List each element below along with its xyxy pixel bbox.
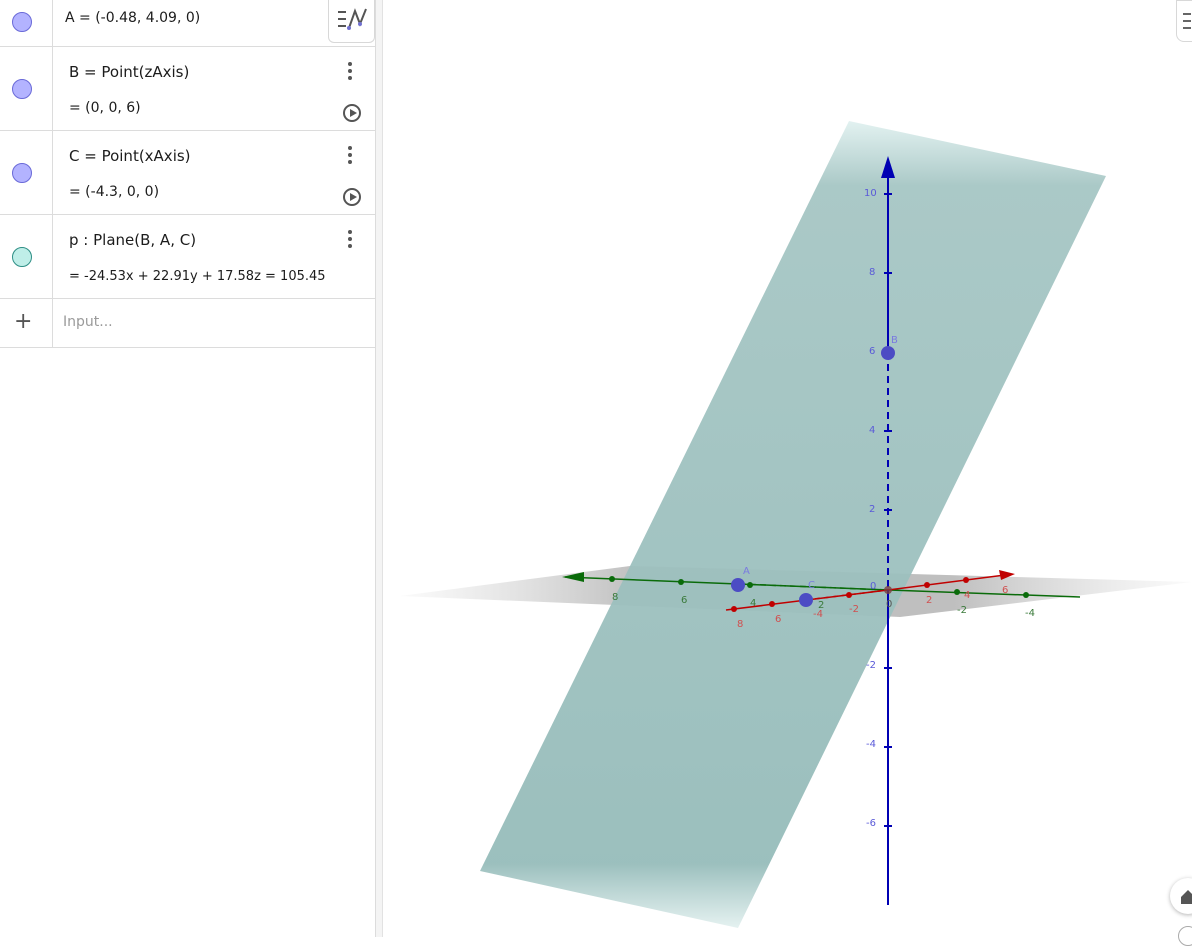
y-tick — [1023, 592, 1029, 598]
point-c-label: C — [808, 580, 815, 591]
x-tick — [846, 592, 852, 598]
origin-label: 0 — [886, 599, 892, 610]
visibility-toggle-a[interactable] — [12, 12, 32, 32]
y-tick — [747, 582, 753, 588]
algebra-style-bar-button[interactable] — [328, 0, 375, 43]
value-c: = (-4.3, 0, 0) — [69, 184, 160, 200]
settings-button[interactable] — [1178, 926, 1192, 946]
point-a-label: A — [743, 566, 750, 577]
z-tick-label: 0 — [870, 581, 876, 592]
z-tick-label: 10 — [864, 188, 877, 199]
y-tick-label: -2 — [957, 605, 967, 616]
algebra-item-b[interactable]: B = Point(zAxis) = (0, 0, 6) — [0, 47, 375, 131]
x-tick-label: -4 — [813, 609, 823, 620]
definition-b[interactable]: B = Point(zAxis) — [69, 63, 189, 81]
marble-column: + — [0, 299, 53, 347]
point-b-label: B — [891, 335, 898, 346]
y-tick-label: 6 — [681, 595, 687, 606]
y-tick-label: 8 — [612, 592, 618, 603]
definition-p[interactable]: p : Plane(B, A, C) — [69, 231, 196, 249]
graphics-3d-view[interactable]: 8 6 4 2 -2 -4 8 6 -4 -2 2 4 6 10 8 6 4 2… — [383, 0, 1192, 937]
x-tick-label: 2 — [926, 595, 932, 606]
algebra-view: A = (-0.48, 4.09, 0) B = Point(zAxis) = … — [0, 0, 376, 937]
play-animation-icon[interactable] — [343, 188, 361, 206]
visibility-toggle-c[interactable] — [12, 163, 32, 183]
y-tick — [954, 589, 960, 595]
algebra-item-a[interactable]: A = (-0.48, 4.09, 0) — [0, 0, 375, 47]
y-tick-label: -4 — [1025, 608, 1035, 619]
input-placeholder[interactable]: Input... — [63, 314, 113, 330]
z-tick-label: 2 — [869, 504, 875, 515]
add-icon[interactable]: + — [14, 311, 32, 333]
algebra-input-row[interactable]: + Input... — [0, 299, 375, 348]
value-p: = -24.53x + 22.91y + 17.58z = 105.45 — [69, 269, 326, 284]
definition-c[interactable]: C = Point(xAxis) — [69, 147, 191, 165]
graphics-menu-button[interactable] — [1176, 0, 1192, 42]
point-b[interactable] — [881, 346, 895, 360]
menu-icon — [1183, 13, 1191, 15]
menu-icon-bar — [1183, 27, 1191, 29]
visibility-toggle-b[interactable] — [12, 79, 32, 99]
more-menu-icon[interactable] — [343, 228, 357, 250]
algebra-style-icon — [338, 8, 367, 30]
marble-column — [0, 215, 53, 298]
x-tick-label: 6 — [775, 614, 781, 625]
z-tick-label: 4 — [869, 425, 875, 436]
play-animation-icon[interactable] — [343, 104, 361, 122]
definition-a[interactable]: A = (-0.48, 4.09, 0) — [65, 10, 200, 26]
panel-divider[interactable] — [376, 0, 383, 937]
home-view-button[interactable] — [1170, 878, 1192, 914]
x-tick — [1001, 572, 1007, 578]
visibility-toggle-p[interactable] — [12, 247, 32, 267]
home-icon — [1181, 890, 1192, 904]
value-b: = (0, 0, 6) — [69, 100, 141, 116]
x-tick-label: 6 — [1002, 585, 1008, 596]
x-tick — [731, 606, 737, 612]
x-tick — [769, 601, 775, 607]
z-tick-label: 6 — [869, 346, 875, 357]
y-tick — [609, 576, 615, 582]
more-menu-icon[interactable] — [343, 60, 357, 82]
marble-column — [0, 131, 53, 214]
x-tick-label: 4 — [964, 590, 970, 601]
marble-column — [0, 47, 53, 130]
x-tick — [963, 577, 969, 583]
z-tick-label: -4 — [866, 739, 876, 750]
point-c[interactable] — [799, 593, 813, 607]
z-tick-label: -6 — [866, 818, 876, 829]
menu-icon-bar — [1183, 20, 1191, 22]
x-tick-label: -2 — [849, 604, 859, 615]
algebra-item-p[interactable]: p : Plane(B, A, C) = -24.53x + 22.91y + … — [0, 215, 375, 299]
z-tick-label: -2 — [866, 660, 876, 671]
more-menu-icon[interactable] — [343, 144, 357, 166]
algebra-item-c[interactable]: C = Point(xAxis) = (-4.3, 0, 0) — [0, 131, 375, 215]
z-tick-label: 8 — [869, 267, 875, 278]
origin-point — [884, 586, 892, 594]
x-tick — [924, 582, 930, 588]
marble-column — [0, 0, 53, 46]
point-a[interactable] — [731, 578, 745, 592]
plane-p[interactable] — [480, 121, 1106, 928]
x-tick-label: 8 — [737, 619, 743, 630]
y-tick — [678, 579, 684, 585]
graphics-3d-canvas[interactable]: 8 6 4 2 -2 -4 8 6 -4 -2 2 4 6 10 8 6 4 2… — [383, 0, 1192, 937]
